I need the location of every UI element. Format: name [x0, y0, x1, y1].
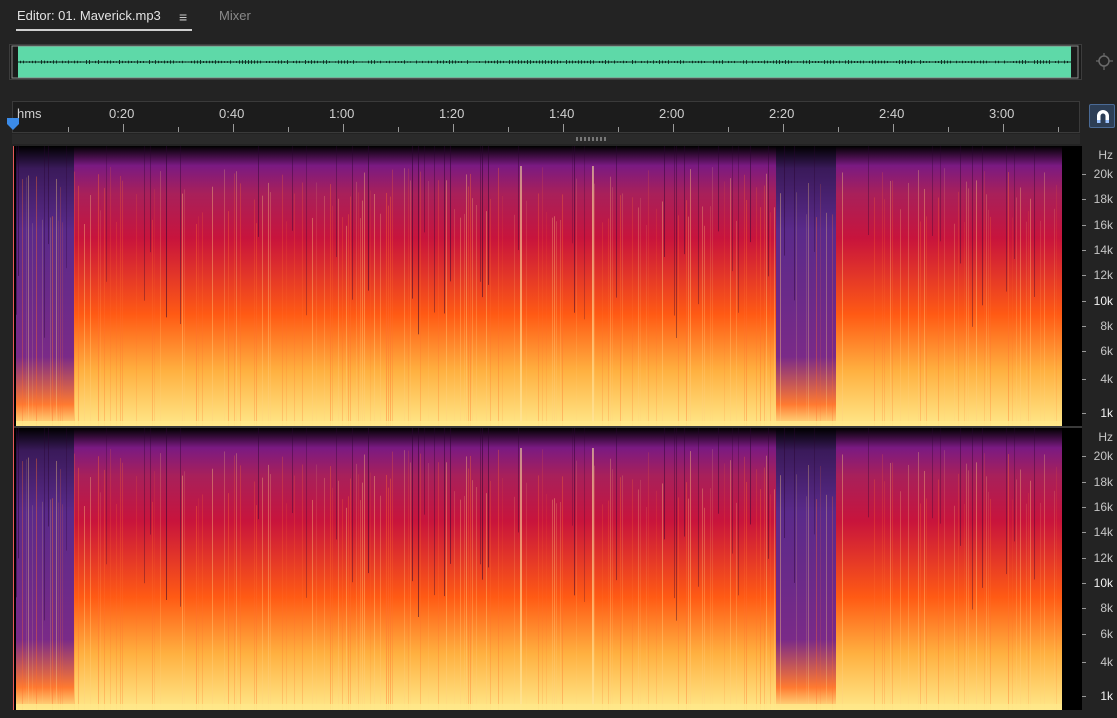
timeline-tick [288, 127, 289, 132]
frequency-tick [1082, 696, 1086, 697]
spectrogram-channel-1 [14, 146, 1082, 427]
timeline-tick [948, 127, 949, 132]
timeline-label: 2:20 [769, 106, 795, 121]
frequency-label: 18k [1093, 475, 1113, 489]
frequency-label: 12k [1093, 551, 1113, 565]
timeline-unit-label: hms [17, 106, 42, 121]
frequency-tick [1082, 174, 1086, 175]
frequency-tick [1082, 199, 1086, 200]
timeline-tick [398, 127, 399, 132]
frequency-label: 10k [1093, 294, 1113, 308]
frequency-tick [1082, 250, 1086, 251]
timeline-tick [453, 124, 454, 132]
frequency-label: 14k [1093, 243, 1113, 257]
frequency-tick [1082, 275, 1086, 276]
frequency-axis-channel-1: Hz 20k 18k 16k 14k 12k 10k 8k 6k 4k 1k [1082, 146, 1117, 427]
overview-waveform [11, 45, 1079, 79]
timeline-label: 3:00 [989, 106, 1015, 121]
timeline-label: 0:20 [109, 106, 135, 121]
timeline-tick [68, 127, 69, 132]
timeline-tick [618, 127, 619, 132]
frequency-label: 6k [1100, 344, 1113, 358]
axis-unit-label: Hz [1098, 430, 1113, 444]
frequency-tick [1082, 326, 1086, 327]
frequency-label: 6k [1100, 627, 1113, 641]
timeline-ruler[interactable]: hms 0:20 0:40 1:00 1:20 1:40 2:00 2:20 2:40 3:00 [12, 101, 1080, 133]
splitter-grip-icon[interactable] [576, 137, 606, 141]
frequency-tick [1082, 456, 1086, 457]
playhead-handle-icon[interactable] [6, 117, 20, 131]
spectral-display-channel-1[interactable] [14, 146, 1082, 427]
tab-bar: Editor: 01. Maverick.mp3 ≡ Mixer [0, 0, 1117, 36]
timeline-tick [563, 124, 564, 132]
overview-navigator[interactable] [9, 44, 1082, 80]
timeline-tick [123, 124, 124, 132]
timeline-tick [838, 127, 839, 132]
timeline-tick [1003, 124, 1004, 132]
axis-unit-label: Hz [1098, 148, 1113, 162]
spectrogram-channel-2 [14, 428, 1082, 710]
frequency-axis-channel-2: Hz 20k 18k 16k 14k 12k 10k 8k 6k 4k 1k [1082, 428, 1117, 710]
timeline-tick [1058, 127, 1059, 132]
timeline-label: 1:40 [549, 106, 575, 121]
frequency-tick [1082, 608, 1086, 609]
hamburger-menu-icon[interactable]: ≡ [179, 9, 187, 25]
active-tab-indicator [16, 29, 192, 31]
timeline-tick [178, 127, 179, 132]
snap-toggle-button[interactable] [1089, 104, 1115, 128]
frequency-label: 8k [1100, 319, 1113, 333]
timeline-tick [233, 124, 234, 132]
frequency-tick [1082, 351, 1086, 352]
frequency-tick [1082, 532, 1086, 533]
frequency-label: 16k [1093, 500, 1113, 514]
frequency-tick [1082, 583, 1086, 584]
timeline-label: 2:00 [659, 106, 685, 121]
frequency-label: 14k [1093, 525, 1113, 539]
timeline-tick [673, 124, 674, 132]
frequency-tick [1082, 634, 1086, 635]
timeline-label: 0:40 [219, 106, 245, 121]
frequency-label: 4k [1100, 655, 1113, 669]
frequency-label: 20k [1093, 449, 1113, 463]
playhead-line [13, 146, 14, 710]
frequency-label: 8k [1100, 601, 1113, 615]
frequency-tick [1082, 482, 1086, 483]
frequency-label: 18k [1093, 192, 1113, 206]
frequency-tick [1082, 225, 1086, 226]
timeline-tick [343, 124, 344, 132]
frequency-tick [1082, 558, 1086, 559]
timeline-tick [508, 127, 509, 132]
frequency-tick [1082, 379, 1086, 380]
frequency-label: 10k [1093, 576, 1113, 590]
tab-editor[interactable]: Editor: 01. Maverick.mp3 [17, 8, 161, 23]
timeline-label: 1:00 [329, 106, 355, 121]
timeline-label: 1:20 [439, 106, 465, 121]
panel-splitter[interactable] [12, 134, 1080, 144]
timeline-tick [728, 127, 729, 132]
spectral-display-channel-2[interactable] [14, 428, 1082, 710]
timeline-label: 2:40 [879, 106, 905, 121]
tab-mixer[interactable]: Mixer [219, 8, 251, 23]
frequency-label: 1k [1100, 406, 1113, 420]
zoom-magnifier-icon[interactable] [1095, 52, 1115, 72]
frequency-tick [1082, 507, 1086, 508]
frequency-tick [1082, 662, 1086, 663]
frequency-label: 16k [1093, 218, 1113, 232]
frequency-label: 12k [1093, 268, 1113, 282]
timeline-tick [783, 124, 784, 132]
frequency-label: 1k [1100, 689, 1113, 703]
frequency-tick [1082, 413, 1086, 414]
frequency-tick [1082, 301, 1086, 302]
magnet-icon [1097, 110, 1109, 123]
timeline-tick [893, 124, 894, 132]
frequency-label: 4k [1100, 372, 1113, 386]
frequency-label: 20k [1093, 167, 1113, 181]
